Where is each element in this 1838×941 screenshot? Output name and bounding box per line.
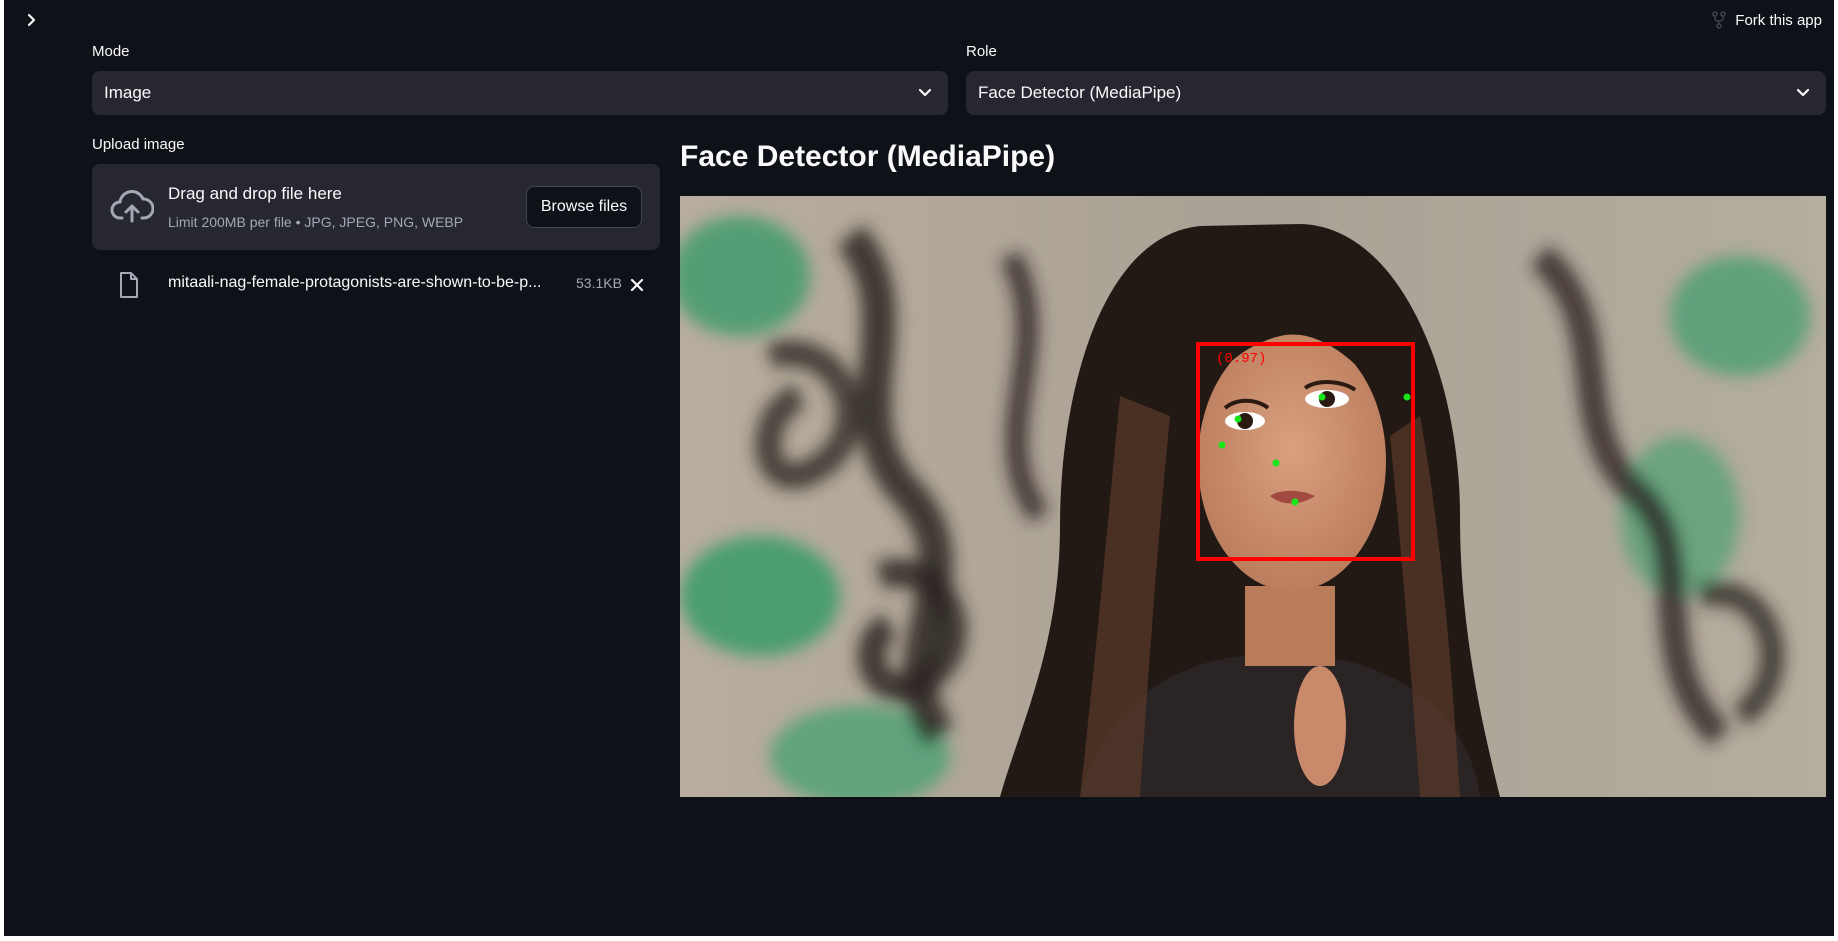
role-label: Role — [966, 43, 997, 60]
confidence-score-label: (0.97) — [1216, 351, 1266, 367]
mode-select[interactable]: Image — [92, 71, 948, 115]
sidebar-toggle-button[interactable] — [18, 10, 46, 34]
dropzone-title: Drag and drop file here — [168, 184, 342, 203]
mode-label: Mode — [92, 43, 130, 60]
chevron-right-icon — [26, 13, 38, 32]
uploaded-file-row: mitaali-nag-female-protagonists-are-show… — [92, 268, 660, 300]
chevron-down-icon — [918, 88, 932, 98]
role-select-value: Face Detector (MediaPipe) — [978, 83, 1182, 102]
keypoint-right-eye — [1318, 393, 1326, 401]
keypoint-right-ear — [1403, 393, 1411, 401]
keypoint-mouth — [1291, 498, 1299, 506]
file-icon — [118, 271, 140, 299]
mode-select-value: Image — [104, 83, 152, 102]
close-icon[interactable] — [626, 274, 648, 296]
keypoint-nose — [1272, 459, 1280, 467]
dropzone-limit: Limit 200MB per file • JPG, JPEG, PNG, W… — [168, 214, 464, 230]
uploaded-file-size: 53.1KB — [576, 275, 622, 291]
keypoint-left-eye — [1234, 415, 1242, 423]
chevron-down-icon — [1796, 88, 1810, 98]
fork-icon — [1711, 11, 1727, 29]
file-dropzone[interactable]: Drag and drop file here Limit 200MB per … — [92, 164, 660, 250]
upload-label: Upload image — [92, 136, 185, 153]
cloud-upload-icon — [110, 187, 155, 227]
app-root: Fork this app Mode Image Role Face Detec… — [4, 0, 1834, 936]
fork-app-link[interactable]: Fork this app — [1711, 8, 1822, 32]
detection-result-image[interactable]: (0.97) — [680, 196, 1826, 797]
role-select[interactable]: Face Detector (MediaPipe) — [966, 71, 1826, 115]
result-heading: Face Detector (MediaPipe) — [680, 140, 1056, 173]
keypoint-left-ear — [1218, 441, 1226, 449]
fork-label: Fork this app — [1735, 11, 1822, 29]
uploaded-file-name: mitaali-nag-female-protagonists-are-show… — [168, 274, 542, 291]
browse-files-button[interactable]: Browse files — [526, 186, 642, 228]
